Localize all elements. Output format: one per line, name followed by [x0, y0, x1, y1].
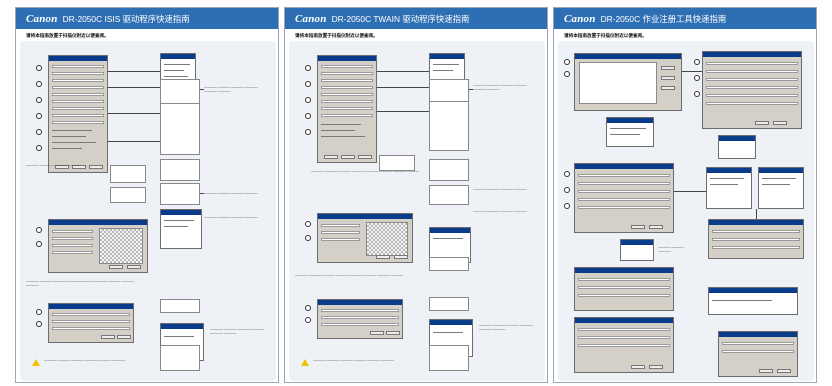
- advanced-settings-dialog: [317, 299, 403, 339]
- browse-dialog: [718, 135, 756, 159]
- job-button-dialog: [718, 331, 798, 377]
- email-dialog: [706, 167, 752, 209]
- panel-title: DR-2050C ISIS 驱动程序快速指南: [62, 13, 190, 24]
- option-list: [160, 345, 200, 371]
- guide-panel-job-tool: Canon DR-2050C 作业注册工具快速指南 请将本指南放置于扫描仪附近以…: [553, 7, 817, 383]
- job-tool-window: [574, 53, 682, 111]
- print-dialog: [574, 267, 674, 311]
- panel-title: DR-2050C TWAIN 驱动程序快速指南: [331, 13, 470, 24]
- warning-icon: [301, 359, 309, 366]
- warning-note: ———— ———— ———— ———— ———— ————: [44, 358, 125, 362]
- transfer-list: [110, 187, 146, 203]
- callout-number: [36, 97, 42, 103]
- scan-area-dialog: [48, 219, 148, 273]
- callout-number: [564, 171, 570, 177]
- panel-header: Canon DR-2050C 作业注册工具快速指南: [554, 8, 816, 29]
- canon-logo: Canon: [295, 12, 327, 25]
- feed-option-list: [110, 165, 146, 183]
- note: ———— ———— ———— ————: [26, 163, 80, 167]
- dpi-list: [160, 159, 200, 181]
- unit-list: [429, 257, 469, 271]
- pdf-tiff-settings-dialog: [708, 219, 804, 259]
- callout-number: [564, 71, 570, 77]
- note: ———— ———— ———— ———— ———— ————: [473, 83, 527, 92]
- note: ———— ———— ———— ———— ———— ———— ———— ———— …: [26, 279, 135, 288]
- color-list: [160, 299, 200, 313]
- callout-number: [36, 241, 42, 247]
- guide-panel-isis: Canon DR-2050C ISIS 驱动程序快速指南 请将本指南放置于扫描仪…: [15, 7, 279, 383]
- callout-number: [36, 113, 42, 119]
- canon-logo: Canon: [26, 12, 58, 25]
- note: ———— ———— ———— ————: [204, 191, 258, 195]
- panel-header: Canon DR-2050C TWAIN 驱动程序快速指南: [285, 8, 547, 29]
- callout-number: [305, 97, 311, 103]
- note: ———— ———— ———— ———— ———— ————: [210, 327, 264, 336]
- callout-number: [36, 129, 42, 135]
- canon-logo: Canon: [564, 12, 596, 25]
- callout-number: [564, 187, 570, 193]
- new-job-dialog: [606, 117, 654, 147]
- dpi-list: [429, 159, 469, 181]
- callout-number: [36, 145, 42, 151]
- callout-number: [305, 65, 311, 71]
- panel-subtitle: 请将本指南放置于扫描仪附近以便查阅。: [564, 33, 647, 38]
- scan-side-list: [160, 183, 200, 205]
- new-edit-job-dialog: [574, 163, 674, 233]
- callout-number: [36, 65, 42, 71]
- callout-number: [564, 203, 570, 209]
- panel-header: Canon DR-2050C ISIS 驱动程序快速指南: [16, 8, 278, 29]
- save-to-folder-dialog: [574, 317, 674, 373]
- callout-number: [305, 129, 311, 135]
- note: ———— ———— ———— ———— ———— ————: [479, 323, 533, 332]
- panel-body: ———— ———— ————: [558, 41, 814, 381]
- note: ———— ———— ———— ————: [204, 215, 258, 219]
- note: ———— ———— ————: [658, 245, 685, 254]
- custom-size-dialog: [160, 209, 202, 249]
- option-list: [429, 345, 469, 371]
- panel-title: DR-2050C 作业注册工具快速指南: [600, 13, 727, 24]
- panel-body: ———— ———— ———— ———— ———— ———— ———— ———— …: [20, 41, 276, 381]
- guide-panel-twain: Canon DR-2050C TWAIN 驱动程序快速指南 请将本指南放置于扫描…: [284, 7, 548, 383]
- basic-settings-dialog: [48, 55, 108, 173]
- basic-settings-dialog: [317, 55, 377, 163]
- panel-body: ———— ———— ———— ———— ———— ———— ———— ———— …: [289, 41, 545, 381]
- callout-number: [36, 227, 42, 233]
- file-name-dialog: [620, 239, 654, 261]
- job-settings-dialog: [702, 51, 802, 129]
- start-menu-panel: [708, 287, 798, 315]
- callout-number: [305, 221, 311, 227]
- note: ———— ———— ———— ————: [473, 209, 527, 213]
- panel-subtitle: 请将本指南放置于扫描仪附近以便查阅。: [295, 33, 378, 38]
- callout-number: [694, 91, 700, 97]
- advanced-settings-dialog: [48, 303, 134, 343]
- page-size-list: [160, 103, 200, 155]
- callout-number: [36, 309, 42, 315]
- callout-number: [305, 235, 311, 241]
- callout-number: [36, 321, 42, 327]
- warning-note: ———— ———— ———— ———— ———— ————: [313, 358, 394, 362]
- page-size-list: [429, 101, 469, 151]
- panel-subtitle: 请将本指南放置于扫描仪附近以便查阅。: [26, 33, 109, 38]
- color-list: [429, 297, 469, 311]
- callout-number: [305, 113, 311, 119]
- callout-number: [36, 81, 42, 87]
- callout-number: [564, 59, 570, 65]
- callout-number: [305, 317, 311, 323]
- callout-number: [305, 81, 311, 87]
- callout-number: [694, 59, 700, 65]
- callout-number: [694, 75, 700, 81]
- scan-area-dialog: [317, 213, 413, 263]
- warning-icon: [32, 359, 40, 366]
- note: ———— ———— ———— ————: [473, 187, 527, 191]
- ocr-settings-dialog: [758, 167, 804, 209]
- note: ———— ———— ———— ———— ———— ———— ———— ————: [295, 273, 404, 277]
- note: ———— ———— ———— ———— ———— ———— ———— ————: [311, 169, 420, 173]
- note: ———— ———— ———— ———— ———— ————: [204, 85, 258, 94]
- scan-side-list: [429, 185, 469, 205]
- callout-number: [305, 305, 311, 311]
